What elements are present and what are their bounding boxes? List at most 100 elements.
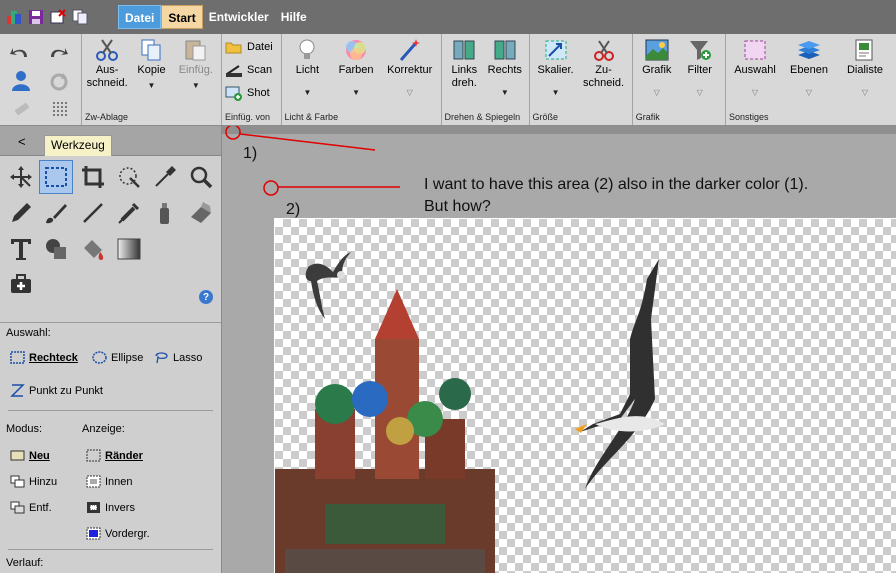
- ribbon-group-lichtfarbe: Licht ▼ Farben ▼ Korrektur ▽ Licht & Far…: [282, 34, 442, 125]
- close-image-icon[interactable]: [50, 9, 66, 25]
- redo-icon[interactable]: [47, 44, 69, 60]
- seagull-large: [575, 259, 665, 489]
- light-label: Licht: [295, 64, 320, 76]
- chevron-down-icon[interactable]: ▽: [407, 86, 413, 99]
- menu-entwickler[interactable]: Entwickler: [203, 5, 275, 29]
- app-icon[interactable]: [6, 9, 22, 25]
- move-tool[interactable]: [4, 160, 38, 194]
- cathedral: [275, 289, 495, 573]
- group-label-groesse: Größe: [532, 112, 559, 122]
- tab-werkzeug[interactable]: Werkzeug: [44, 135, 112, 156]
- chevron-down-icon[interactable]: ▽: [654, 86, 660, 99]
- option-rechteck[interactable]: Rechteck: [10, 351, 78, 364]
- copy-document-icon[interactable]: [72, 9, 88, 25]
- add-selection-icon: [10, 475, 25, 488]
- modus-hinzu[interactable]: Hinzu: [10, 475, 57, 488]
- eraser-tool[interactable]: [184, 196, 218, 230]
- screenshot-button[interactable]: Shot: [225, 84, 273, 102]
- insert-file-button[interactable]: Datei: [225, 38, 273, 56]
- chevron-down-icon[interactable]: ▽: [862, 86, 868, 99]
- shapes-icon: [46, 239, 66, 259]
- chevron-down-icon[interactable]: ▼: [501, 86, 509, 99]
- slideshow-icon: [855, 39, 873, 61]
- ribbon-group-sonstiges: Auswahl ▽ Ebenen ▽ Dialiste ▽ Sonstiges: [726, 34, 896, 125]
- rotate-right-icon: [494, 40, 516, 60]
- divider: [8, 549, 213, 550]
- scan-button[interactable]: Scan: [225, 61, 273, 79]
- filter-button[interactable]: Filter ▽: [678, 36, 722, 125]
- shape-tool[interactable]: [39, 232, 73, 266]
- zoom-tool[interactable]: [184, 160, 218, 194]
- anzeige-raender[interactable]: Ränder: [86, 449, 143, 462]
- gradient-tool[interactable]: [112, 232, 146, 266]
- image-document[interactable]: [274, 218, 896, 573]
- option-lasso[interactable]: Lasso: [154, 351, 202, 364]
- anzeige-vordergr[interactable]: Vordergr.: [86, 527, 150, 540]
- image-content: [275, 252, 665, 573]
- panel-back-button[interactable]: <: [18, 134, 26, 149]
- undo-icon[interactable]: [9, 44, 31, 60]
- magic-select-tool[interactable]: [112, 160, 146, 194]
- ribbon-group-einfuegen: Datei Scan Shot Einfüg. von: [222, 34, 282, 125]
- crop-button[interactable]: Zu-schneid.: [579, 36, 629, 125]
- group-label-sonstiges: Sonstiges: [729, 112, 769, 122]
- seagull-small: [305, 252, 351, 319]
- correction-button[interactable]: Korrektur ▽: [382, 36, 438, 125]
- chevron-down-icon[interactable]: ▼: [303, 86, 311, 99]
- text-icon: [11, 239, 31, 260]
- rotate-right-label: Rechts: [487, 64, 522, 76]
- add-tool[interactable]: [4, 268, 38, 302]
- copy-label: Kopie: [137, 64, 166, 76]
- brush-tool[interactable]: [39, 196, 73, 230]
- auswahl-heading: Auswahl:: [6, 327, 51, 339]
- chevron-down-icon[interactable]: ▼: [148, 79, 156, 92]
- tool-grid: ?: [0, 156, 221, 322]
- modus-entf[interactable]: Entf.: [10, 501, 52, 514]
- ribbon-group-zwablage: Aus-schneid. Kopie ▼ Einfüg. ▼ Zw-Ablage: [82, 34, 222, 125]
- eyedropper-tool[interactable]: [148, 160, 182, 194]
- modus-hinzu-label: Hinzu: [29, 475, 58, 488]
- save-icon[interactable]: [28, 9, 44, 25]
- slideshow-label: Dialiste: [846, 64, 884, 76]
- option-punkt-zu-punkt[interactable]: Punkt zu Punkt: [10, 384, 103, 397]
- help-icon[interactable]: ?: [199, 290, 213, 304]
- grid-icon[interactable]: [51, 100, 69, 118]
- chevron-down-icon[interactable]: ▼: [352, 86, 360, 99]
- rotate-left-icon: [453, 40, 475, 60]
- chevron-down-icon[interactable]: ▽: [806, 86, 812, 99]
- screenshot-label: Shot: [247, 87, 270, 99]
- menu-datei[interactable]: Datei: [118, 5, 162, 29]
- chevron-down-icon[interactable]: ▽: [697, 86, 703, 99]
- text-tool[interactable]: [4, 232, 38, 266]
- spray-tool[interactable]: [148, 196, 182, 230]
- menu-hilfe[interactable]: Hilfe: [275, 5, 313, 29]
- layers-button[interactable]: Ebenen ▽: [781, 36, 837, 125]
- anzeige-heading: Anzeige:: [82, 423, 125, 435]
- group-label-lichtfarbe: Licht & Farbe: [284, 112, 339, 122]
- stamp-icon: [118, 202, 140, 224]
- line-tool[interactable]: [76, 196, 110, 230]
- anzeige-invers[interactable]: Invers: [86, 501, 135, 514]
- fill-tool[interactable]: [76, 232, 110, 266]
- menu-bar: Datei Start Entwickler Hilfe: [0, 0, 896, 34]
- anzeige-innen[interactable]: Innen: [86, 475, 133, 488]
- pencil-tool[interactable]: [4, 196, 38, 230]
- refresh-icon[interactable]: [49, 72, 69, 92]
- ruler-icon[interactable]: [13, 100, 31, 118]
- clone-brush-tool[interactable]: [112, 196, 146, 230]
- option-ellipse[interactable]: Ellipse: [92, 351, 143, 364]
- user-icon[interactable]: [11, 70, 31, 92]
- slideshow-button[interactable]: Dialiste ▽: [837, 36, 893, 125]
- paste-button[interactable]: Einfüg. ▼: [174, 36, 218, 125]
- selection-icon: [744, 40, 766, 60]
- chevron-down-icon[interactable]: ▼: [192, 79, 200, 92]
- menu-start[interactable]: Start: [161, 5, 203, 29]
- canvas-area[interactable]: 1) I want to have this area (2) also in …: [222, 126, 896, 573]
- chevron-down-icon[interactable]: ▼: [552, 86, 560, 99]
- chevron-down-icon[interactable]: ▽: [752, 86, 758, 99]
- copy-button[interactable]: Kopie ▼: [129, 36, 173, 125]
- rectangle-select-tool[interactable]: [39, 160, 73, 194]
- crop-tool[interactable]: [76, 160, 110, 194]
- modus-neu[interactable]: Neu: [10, 449, 50, 462]
- group-label-grafik: Grafik: [635, 112, 660, 122]
